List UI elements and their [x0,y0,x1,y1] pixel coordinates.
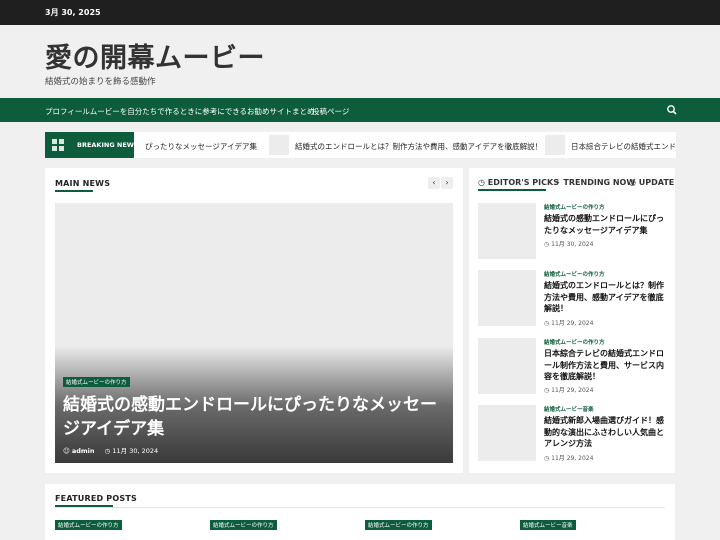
article-title[interactable]: 結婚式のエンドロールとは？制作方法や費用、感動アイデアを徹底解説！ [544,280,668,315]
hero-article-meta: ☺ admin ◷ 11月 30, 2024 [63,445,158,455]
article-date: 11月 30, 2024 [112,447,159,455]
article-thumbnail[interactable] [478,270,536,326]
date-text: 11月 29, 2024 [551,387,594,394]
clock-icon: ◷ [478,178,485,187]
breaking-news-item[interactable]: 日本綜合テレビの結婚式エンドロ [571,141,676,152]
list-item[interactable]: 結婚式ムービー音楽 結婚式新郎入場曲選びガイド！感動的な演出にふさわしい人気曲と… [478,405,668,465]
clock-icon: ◷ [629,178,636,187]
article-title[interactable]: 結婚式の感動エンドロールにぴったりなメッセージアイデア集 [544,213,668,236]
article-date: ◷ 11月 29, 2024 [544,455,594,462]
nav-item-posts[interactable]: 投稿ページ [312,106,349,117]
lightning-icon: ⚡ [555,178,561,187]
breaking-news-item[interactable]: 結婚式のエンドロールとは？制作方法や費用、感動アイデアを徹底解説！ [295,141,542,152]
tab-trending-now[interactable]: ⚡ TRENDING NOW [555,178,635,187]
clock-icon: ◷ [104,447,111,455]
article-date: ◷ 11月 30, 2024 [544,241,594,248]
breaking-news-bar: BREAKING NEWS ぴったりなメッセージアイデア集 結婚式のエンドロール… [45,132,676,158]
main-nav: プロフィールムービーを自分たちで作るときに参考にできるお勧めサイトまとめ 投稿ペ… [0,98,720,122]
breaking-news-label: BREAKING NEWS [77,141,139,149]
date-text: 11月 29, 2024 [551,455,594,462]
divider [55,507,665,508]
category-label[interactable]: 結婚式ムービーの作り方 [544,338,605,346]
active-tab-underline [478,189,546,191]
main-news-section: MAIN NEWS ‹ › 結婚式ムービーの作り方 結婚式の感動エンドロールにぴ… [45,168,463,473]
prev-arrow-button[interactable]: ‹ [428,177,440,189]
category-label[interactable]: 結婚式ムービーの作り方 [544,203,605,211]
author-name[interactable]: admin [72,447,95,455]
next-arrow-button[interactable]: › [441,177,453,189]
site-tagline: 結婚式の始まりを飾る感動作 [45,77,156,87]
list-item[interactable]: 結婚式ムービーの作り方 日本綜合テレビの結婚式エンドロール制作方法と費用、サービ… [478,338,668,398]
site-title[interactable]: 愛の開幕ムービー [45,36,265,75]
category-badge[interactable]: 結婚式ムービーの作り方 [365,520,432,530]
breaking-news-label-box: BREAKING NEWS [45,132,139,158]
list-item[interactable]: 結婚式ムービーの作り方 結婚式の感動エンドロールにぴったりなメッセージアイデア集… [478,203,668,263]
hero-article-title[interactable]: 結婚式の感動エンドロールにぴったりなメッセージアイデア集 [63,393,453,441]
date-text: 11月 29, 2024 [551,320,594,327]
article-date: ◷ 11月 29, 2024 [544,320,594,327]
category-badge[interactable]: 結婚式ムービーの作り方 [55,520,122,530]
article-date: ◷ 11月 29, 2024 [544,387,594,394]
tab-update[interactable]: ◷ UPDATE [629,178,674,187]
breaking-news-thumbnail[interactable] [269,135,289,155]
main-news-heading: MAIN NEWS [55,179,111,188]
breaking-news-item[interactable]: ぴったりなメッセージアイデア集 [145,141,257,152]
sidebar-tabs-panel: ◷ EDITOR'S PICKS ⚡ TRENDING NOW ◷ UPDATE… [469,168,675,473]
breaking-news-thumbnail[interactable] [545,135,565,155]
article-title[interactable]: 結婚式新郎入場曲選びガイド！感動的な演出にふさわしい人気曲とアレンジ方法 [544,415,668,450]
list-item[interactable]: 結婚式ムービーの作り方 結婚式のエンドロールとは？制作方法や費用、感動アイデアを… [478,270,668,330]
category-badge[interactable]: 結婚式ムービー音楽 [520,520,576,530]
category-badge[interactable]: 結婚式ムービーの作り方 [210,520,277,530]
featured-posts-heading: FEATURED POSTS [55,494,137,503]
date-text: 11月 30, 2024 [551,241,594,248]
article-thumbnail[interactable] [478,405,536,461]
current-date: 3月 30, 2025 [45,8,101,17]
grid-icon [52,139,64,151]
tab-label: UPDATE [638,178,675,187]
user-icon: ☺ [63,447,70,455]
hero-article[interactable]: 結婚式ムービーの作り方 結婚式の感動エンドロールにぴったりなメッセージアイデア集… [55,203,453,463]
tab-label: EDITOR'S PICKS [487,178,559,187]
nav-item-profile-movie[interactable]: プロフィールムービーを自分たちで作るときに参考にできるお勧めサイトまとめ [45,106,315,117]
tab-label: TRENDING NOW [563,178,636,187]
tab-editors-picks[interactable]: ◷ EDITOR'S PICKS [478,178,559,187]
category-label[interactable]: 結婚式ムービーの作り方 [544,270,605,278]
featured-posts-section: FEATURED POSTS 結婚式ムービーの作り方 結婚式ムービーの作り方 結… [45,484,675,540]
search-icon[interactable] [665,103,679,117]
article-title[interactable]: 日本綜合テレビの結婚式エンドロール制作方法と費用、サービス内容を徹底解説！ [544,348,668,383]
article-thumbnail[interactable] [478,338,536,394]
top-bar: 3月 30, 2025 [0,0,720,25]
category-label[interactable]: 結婚式ムービー音楽 [544,405,594,413]
article-thumbnail[interactable] [478,203,536,259]
section-underline [55,190,93,192]
category-badge[interactable]: 結婚式ムービーの作り方 [63,377,130,387]
